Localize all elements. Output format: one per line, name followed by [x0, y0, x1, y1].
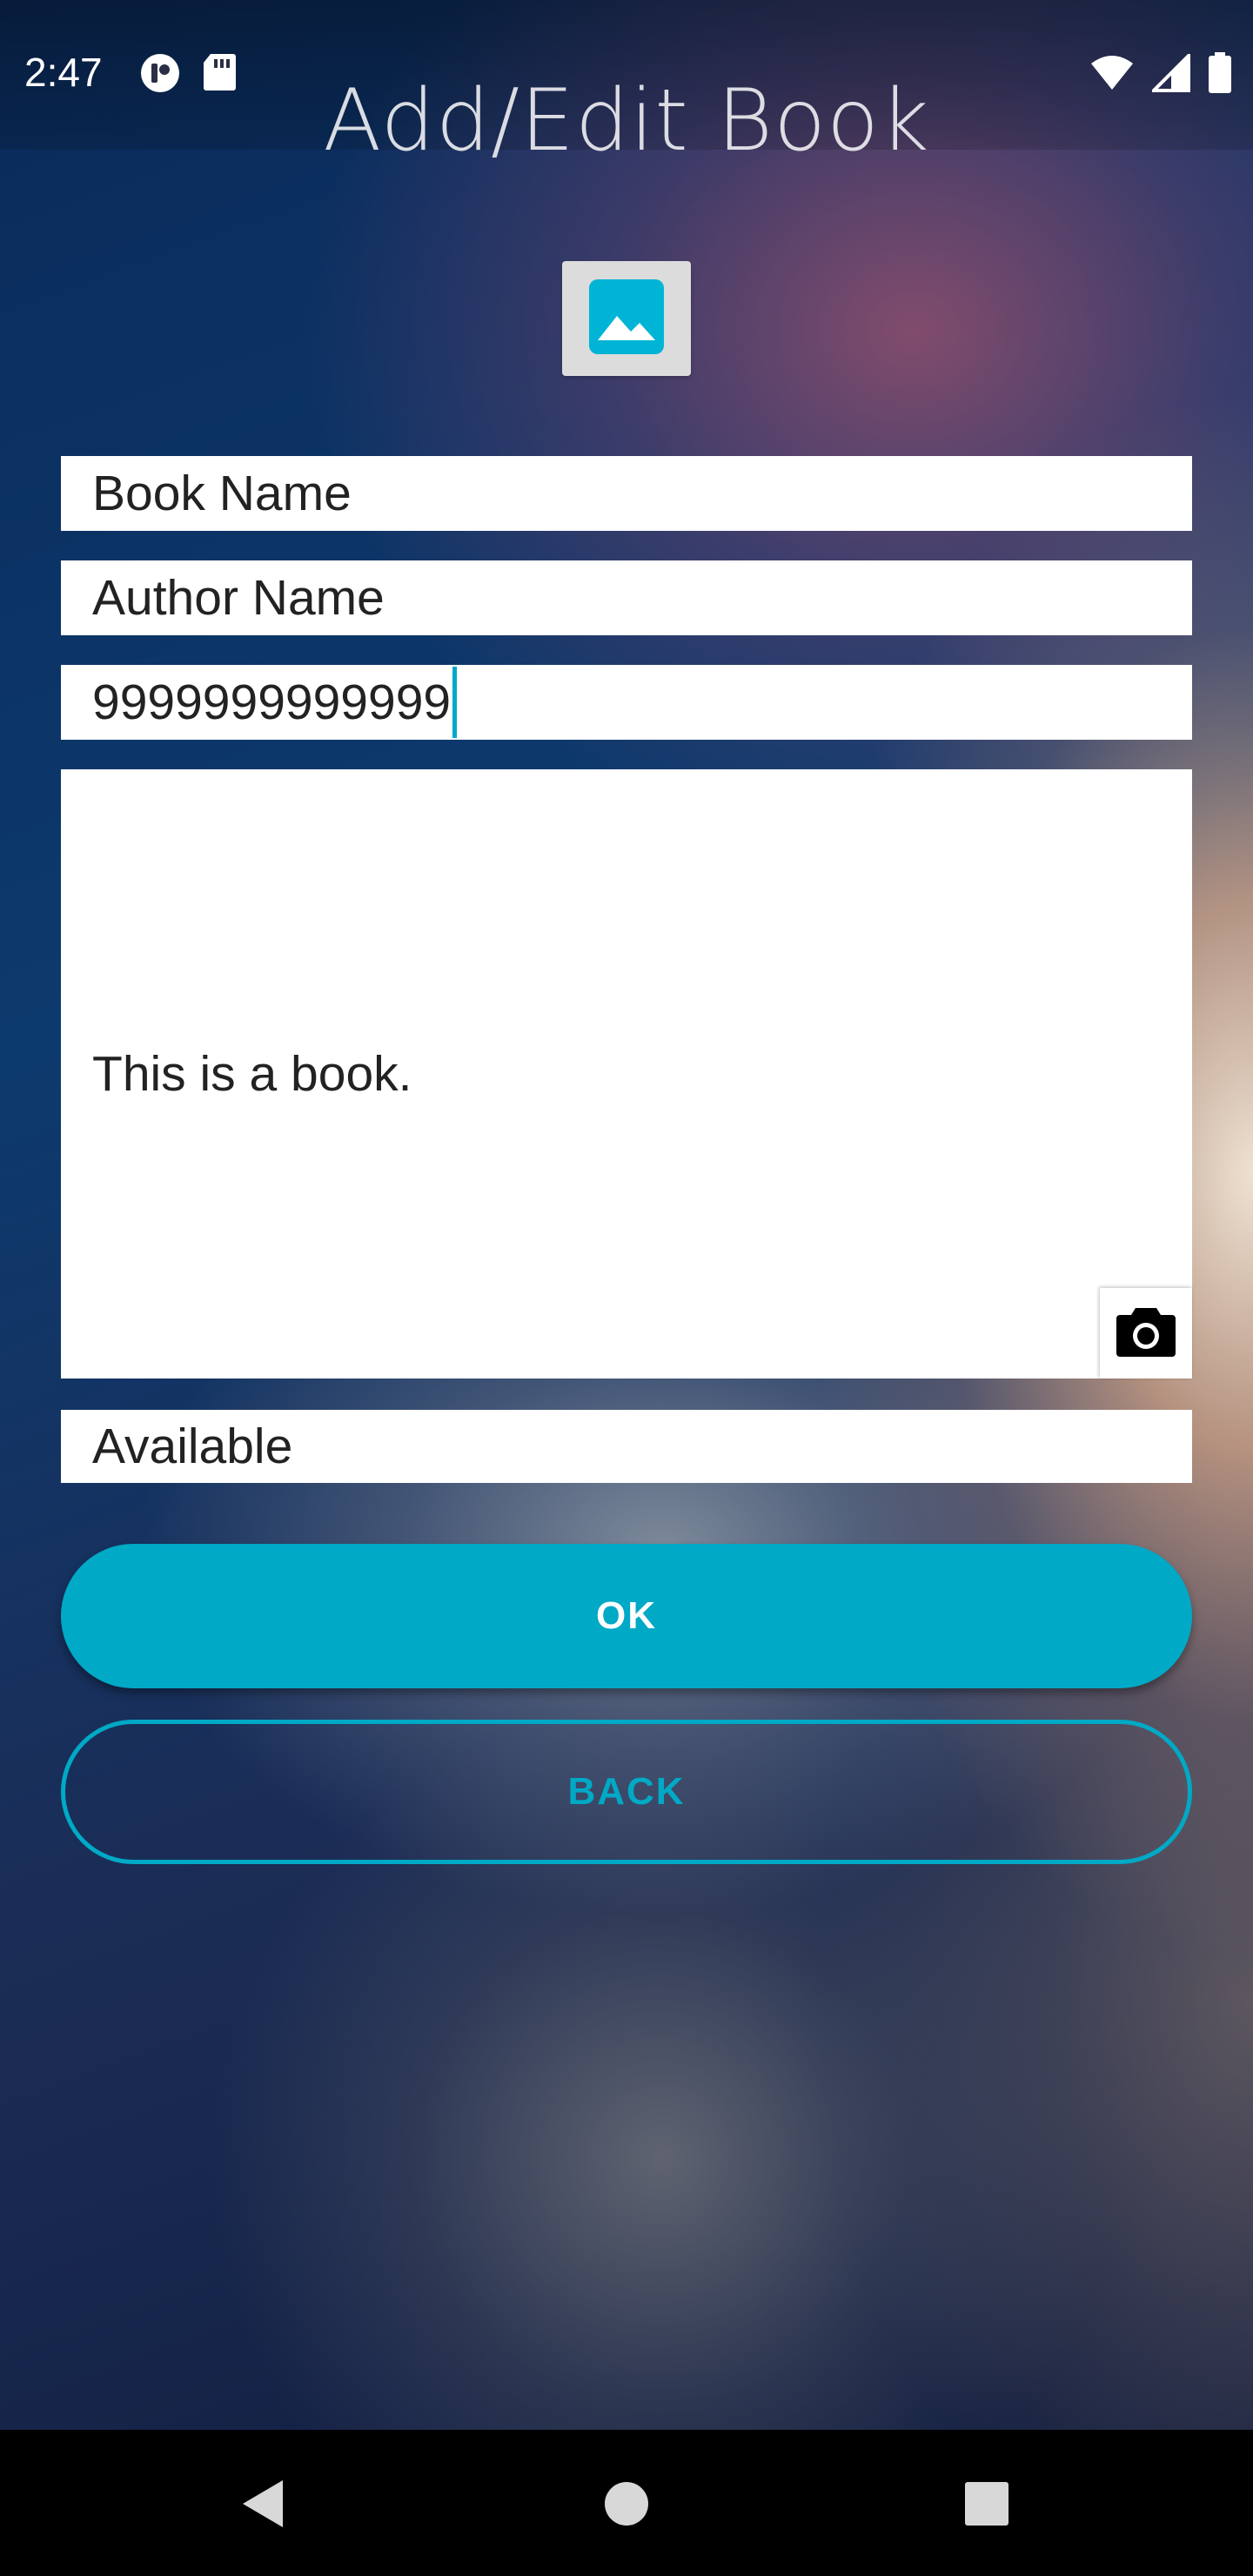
home-circle-icon[interactable]	[587, 2465, 666, 2543]
description-textarea[interactable]: This is a book.	[61, 769, 1192, 1379]
description-text: This is a book.	[92, 1046, 412, 1102]
book-name-text: Book Name	[92, 466, 352, 521]
ok-button[interactable]: OK	[61, 1544, 1192, 1688]
availability-text: Available	[92, 1419, 293, 1474]
page-title: Add/Edit Book	[323, 71, 930, 171]
author-name-input[interactable]: Author Name	[61, 560, 1192, 635]
book-name-input[interactable]: Book Name	[61, 456, 1192, 531]
navigation-bar	[0, 2430, 1253, 2576]
back-triangle-icon[interactable]	[223, 2465, 301, 2543]
isbn-text: 9999999999999	[92, 674, 452, 730]
image-icon	[587, 278, 666, 359]
screen: 2:47 Add/Edit Book Book Name Author Name…	[0, 0, 1253, 2576]
isbn-input[interactable]: 9999999999999	[61, 665, 1192, 740]
recents-square-icon[interactable]	[948, 2465, 1026, 2543]
book-image-picker[interactable]	[562, 261, 691, 376]
camera-icon	[1115, 1305, 1177, 1362]
camera-button[interactable]	[1100, 1288, 1192, 1379]
back-button[interactable]: BACK	[61, 1720, 1192, 1864]
text-cursor	[452, 667, 458, 738]
availability-field[interactable]: Available	[61, 1410, 1192, 1483]
author-name-text: Author Name	[92, 570, 385, 626]
